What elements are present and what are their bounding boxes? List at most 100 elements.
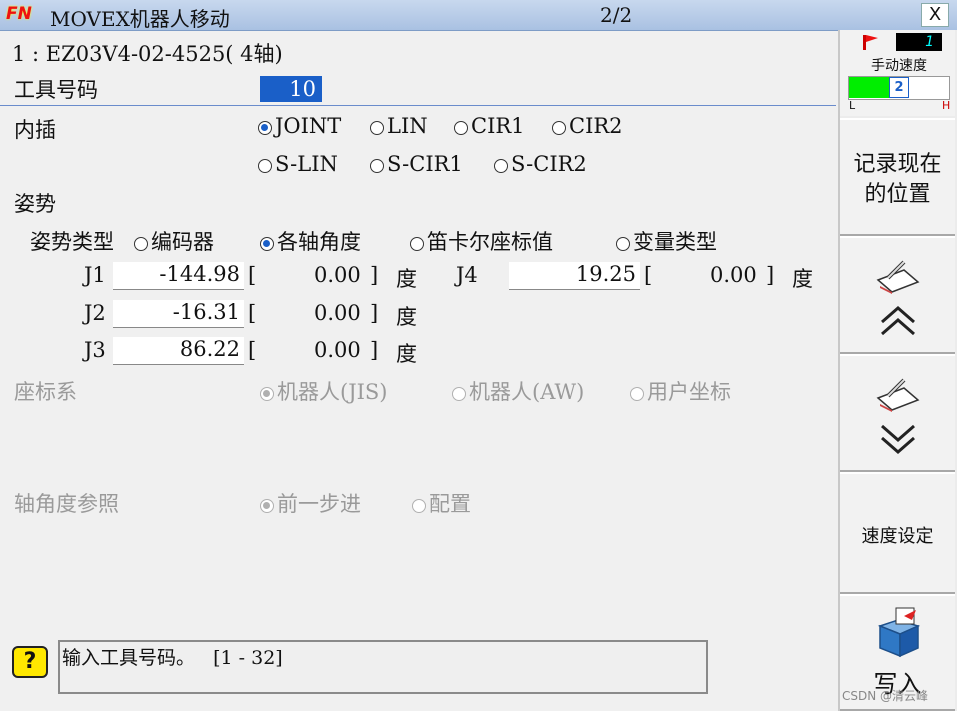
joint-value-input[interactable]: -16.31 <box>113 300 244 328</box>
pose-type-option-label: 变量类型 <box>633 230 717 254</box>
tool-number-label: 工具号码 <box>14 78 98 102</box>
pose-type-cartesian[interactable]: 笛卡尔座标值 <box>410 226 553 256</box>
edit-pen-icon <box>876 260 920 294</box>
interp-option-label: LIN <box>387 114 428 138</box>
radio-icon <box>494 158 508 173</box>
radio-icon <box>452 386 466 401</box>
radio-icon <box>412 498 426 513</box>
radio-icon <box>410 236 424 251</box>
interp-option-label: CIR2 <box>569 114 623 138</box>
help-icon: ? <box>12 646 48 678</box>
coord-label: 座标系 <box>14 380 77 404</box>
interp-option-cir2[interactable]: CIR2 <box>552 114 623 138</box>
coord-option-robot-jis: 机器人(JIS) <box>260 376 388 406</box>
axis-ref-option-config: 配置 <box>412 488 471 518</box>
speed-bar-fill <box>849 77 889 98</box>
joint-ref-value: 0.00 <box>314 301 361 325</box>
interp-option-label: S-LIN <box>275 152 338 176</box>
axis-ref-label: 轴角度参照 <box>14 492 119 516</box>
page-down-button[interactable] <box>840 354 955 472</box>
radio-icon <box>454 120 468 135</box>
pose-type-option-label: 笛卡尔座标值 <box>427 230 553 254</box>
pose-type-option-label: 各轴角度 <box>277 230 361 254</box>
divider <box>0 105 836 106</box>
robot-info: 1 : EZ03V4-02-4525( 4轴) <box>12 42 283 66</box>
pose-type-axis-angle[interactable]: 各轴角度 <box>260 226 361 256</box>
interp-option-label: JOINT <box>275 114 342 138</box>
record-position-button[interactable]: 记录现在 的位置 <box>840 118 955 236</box>
radio-selected-icon <box>260 236 274 251</box>
pose-type-option-label: 编码器 <box>151 230 214 254</box>
bracket-open: [ <box>248 263 257 287</box>
axis-ref-option-label: 配置 <box>429 492 471 516</box>
radio-icon <box>370 120 384 135</box>
bracket-open: [ <box>248 301 257 325</box>
coord-option-label: 机器人(JIS) <box>277 380 388 404</box>
bracket-close: ] <box>370 263 379 287</box>
interp-label: 内插 <box>14 118 56 142</box>
joint-label: J2 <box>84 301 106 325</box>
watermark: CSDN @清云峰 <box>842 689 929 703</box>
interp-option-slin[interactable]: S-LIN <box>258 152 338 176</box>
speed-setting-button[interactable]: 速度设定 <box>840 472 955 594</box>
pose-type-encoder[interactable]: 编码器 <box>134 226 214 256</box>
joint-ref-value: 0.00 <box>314 338 361 362</box>
bracket-close: ] <box>766 263 775 287</box>
radio-icon <box>630 386 644 401</box>
joint-unit: 度 <box>396 342 417 366</box>
coord-option-robot-aw: 机器人(AW) <box>452 376 584 406</box>
interp-option-label: S-CIR1 <box>387 152 463 176</box>
radio-selected-icon <box>260 386 274 401</box>
joint-label: J1 <box>84 263 106 287</box>
speed-high-label: H <box>942 99 951 112</box>
joint-ref-value: 0.00 <box>314 263 361 287</box>
coord-option-label: 用户坐标 <box>647 380 731 404</box>
joint-unit: 度 <box>396 267 417 291</box>
coord-option-user: 用户坐标 <box>630 376 731 406</box>
joint-value-input[interactable]: 86.22 <box>113 337 244 365</box>
pose-type-label: 姿势类型 <box>30 230 114 254</box>
chevron-double-down-icon <box>881 424 915 454</box>
joint-unit: 度 <box>792 267 813 291</box>
bracket-close: ] <box>370 338 379 362</box>
axis-ref-option-label: 前一步进 <box>277 492 361 516</box>
status-number: 1 <box>896 33 942 51</box>
fn-logo: FN <box>6 4 32 24</box>
interp-option-lin[interactable]: LIN <box>370 114 428 138</box>
joint-ref-value: 0.00 <box>710 263 757 287</box>
message-text: 输入工具号码。 [1 - 32] <box>62 647 283 669</box>
bracket-close: ] <box>370 301 379 325</box>
joint-value-input[interactable]: -144.98 <box>113 262 244 290</box>
bracket-open: [ <box>644 263 653 287</box>
edit-pen-icon <box>876 378 920 412</box>
manual-speed-label: 手动速度 <box>871 58 927 74</box>
radio-selected-icon <box>258 120 272 135</box>
chevron-double-up-icon <box>881 306 915 336</box>
radio-icon <box>134 236 148 251</box>
pose-type-variable[interactable]: 变量类型 <box>616 226 717 256</box>
interp-option-label: CIR1 <box>471 114 525 138</box>
interp-option-joint[interactable]: JOINT <box>258 114 341 138</box>
interp-option-scir1[interactable]: S-CIR1 <box>370 152 463 176</box>
interp-option-cir1[interactable]: CIR1 <box>454 114 525 138</box>
radio-icon <box>616 236 630 251</box>
interp-option-scir2[interactable]: S-CIR2 <box>494 152 587 176</box>
close-button[interactable]: X <box>921 3 949 27</box>
tool-number-input[interactable]: 10 <box>260 76 322 102</box>
bracket-open: [ <box>248 338 257 362</box>
joint-label: J4 <box>456 263 478 287</box>
joint-unit: 度 <box>396 305 417 329</box>
axis-ref-option-previous: 前一步进 <box>260 488 361 518</box>
flag-icon <box>863 35 878 50</box>
joint-value-input[interactable]: 19.25 <box>509 262 640 290</box>
radio-icon <box>552 120 566 135</box>
radio-icon <box>258 158 272 173</box>
page-up-button[interactable] <box>840 236 955 354</box>
page-indicator: 2/2 <box>600 3 633 27</box>
coord-option-label: 机器人(AW) <box>469 380 585 404</box>
interp-option-label: S-CIR2 <box>511 152 587 176</box>
joint-label: J3 <box>84 338 106 362</box>
save-folder-icon <box>877 607 921 658</box>
radio-selected-icon <box>260 498 274 513</box>
speed-low-label: L <box>849 99 856 112</box>
